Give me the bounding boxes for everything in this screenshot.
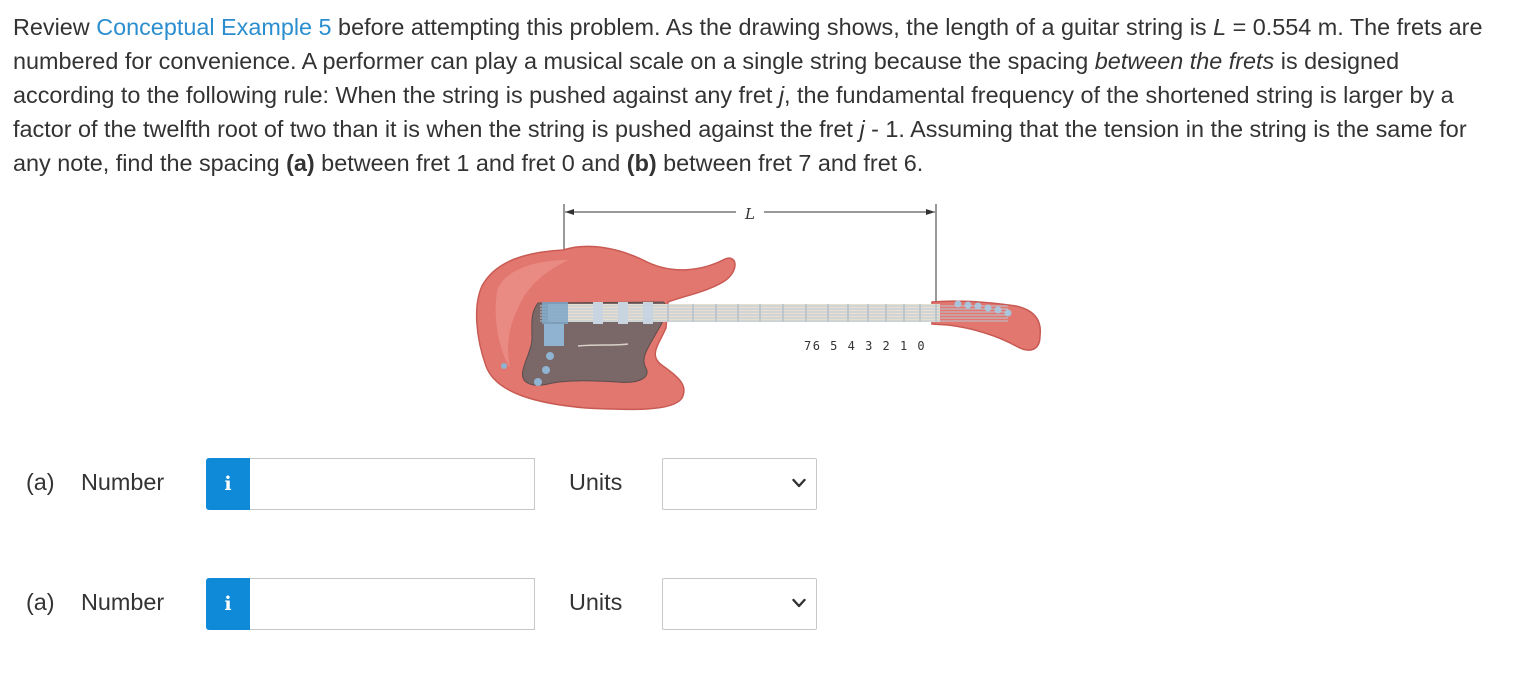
units-dropdown[interactable] [662, 458, 817, 510]
bridge [544, 324, 564, 346]
guitar-illustration: L 76 5 4 3 2 1 0 [475, 204, 1042, 411]
units-label: Units [569, 589, 623, 615]
part-a-marker: (a) [286, 150, 315, 176]
part-label: (a) [26, 589, 55, 615]
number-label: Number [81, 589, 165, 615]
units-label: Units [569, 469, 623, 495]
part-b-marker: (b) [626, 150, 657, 176]
problem-text: before attempting this problem. As the d… [331, 14, 1214, 40]
units-dropdown[interactable] [662, 578, 817, 630]
fretboard [548, 304, 940, 322]
emphasis-text: between the frets [1094, 48, 1275, 74]
part-label: (a) [26, 469, 55, 495]
number-label: Number [81, 469, 165, 495]
problem-text: between fret 1 and fret 0 and [314, 150, 627, 176]
conceptual-example-link[interactable]: Conceptual Example 5 [96, 14, 331, 40]
info-icon[interactable]: i [206, 578, 250, 630]
problem-text: between fret 7 and fret 6. [656, 150, 924, 176]
guitar-figure: L 76 5 4 3 2 1 0 [468, 198, 1048, 420]
answer-row-1: (a) Number i Units [0, 458, 1516, 510]
answer-row-2: (a) Number i Units [0, 578, 1516, 630]
length-label: L [744, 205, 755, 223]
length-variable: L [1213, 14, 1227, 40]
number-input[interactable] [250, 458, 535, 510]
info-icon[interactable]: i [206, 458, 250, 510]
chevron-down-icon [792, 478, 806, 488]
chevron-down-icon [792, 598, 806, 608]
number-input[interactable] [250, 578, 535, 630]
problem-statement: Review Conceptual Example 5 before attem… [13, 10, 1503, 180]
problem-text: Review [13, 14, 97, 40]
fret-numbers: 76 5 4 3 2 1 0 [804, 339, 926, 353]
